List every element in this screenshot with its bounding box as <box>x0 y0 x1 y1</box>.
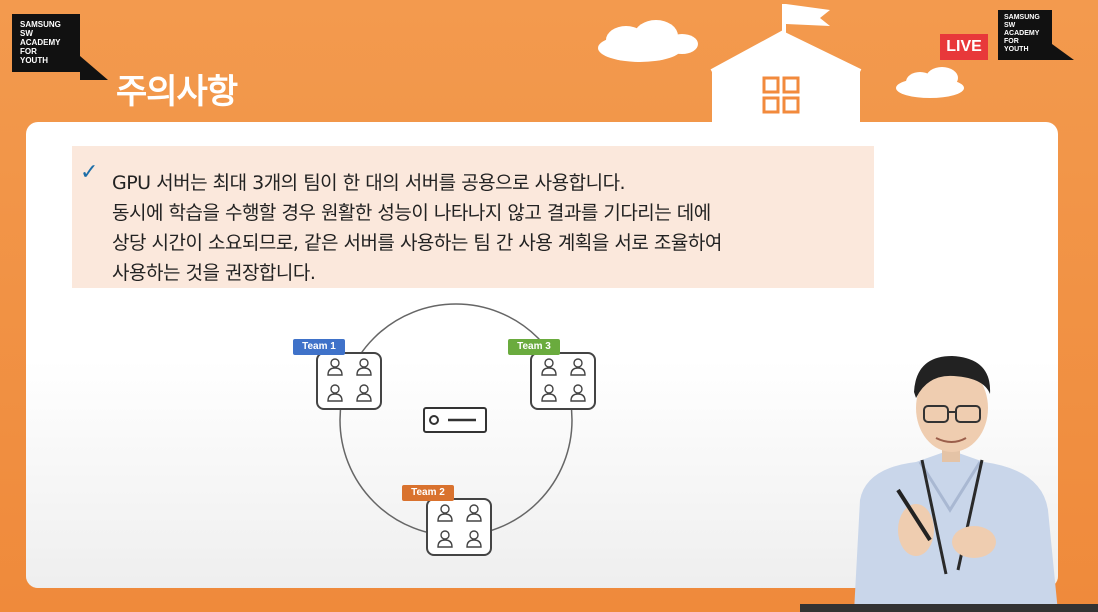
person-icon <box>437 530 453 548</box>
person-icon <box>570 384 586 402</box>
team-label: Team 3 <box>508 339 560 355</box>
video-bottom-bar <box>800 604 1098 612</box>
presenter-video <box>854 356 1058 612</box>
person-icon <box>356 358 372 376</box>
person-icon <box>541 358 557 376</box>
team-label: Team 2 <box>402 485 454 501</box>
person-icon <box>437 504 453 522</box>
team-label: Team 1 <box>293 339 345 355</box>
person-icon <box>327 384 343 402</box>
person-icon <box>570 358 586 376</box>
person-icon <box>466 504 482 522</box>
person-icon <box>466 530 482 548</box>
person-icon <box>541 384 557 402</box>
person-icon <box>356 384 372 402</box>
person-icon <box>327 358 343 376</box>
